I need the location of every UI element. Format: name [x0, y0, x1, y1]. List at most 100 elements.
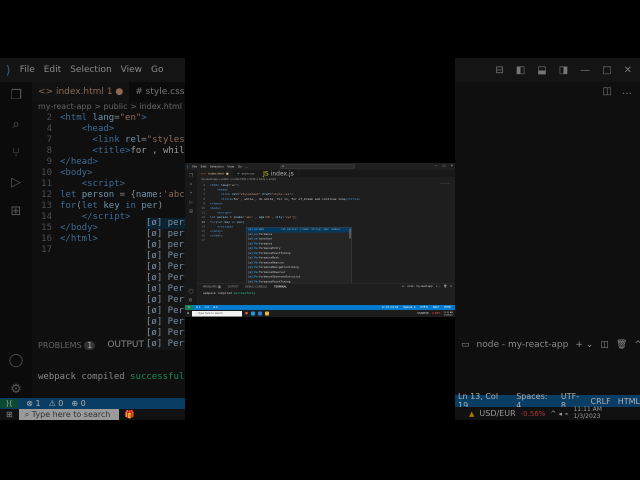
- extensions-icon[interactable]: ⊞: [11, 204, 22, 219]
- line-ending[interactable]: CRLF: [591, 397, 611, 406]
- menu-edit[interactable]: Edit: [201, 165, 207, 169]
- menu-file[interactable]: File: [192, 165, 197, 169]
- edge-icon[interactable]: [251, 311, 256, 316]
- warnings-count[interactable]: ⚠ 0: [204, 306, 209, 309]
- tab-terminal[interactable]: TERMINAL: [274, 286, 287, 289]
- split-terminal-icon[interactable]: ◫: [600, 340, 609, 350]
- clock-date[interactable]: 1/3/2023: [573, 413, 601, 421]
- maximize-panel-icon[interactable]: ^: [634, 340, 640, 350]
- tab-problems[interactable]: PROBLEMS 1: [203, 285, 222, 289]
- source-control-icon[interactable]: ⑂: [190, 191, 193, 196]
- source-control-icon[interactable]: ⑂: [12, 146, 20, 161]
- ticker-label[interactable]: USD/EUR: [417, 312, 428, 315]
- menu-go[interactable]: Go: [151, 65, 163, 75]
- tab-output[interactable]: OUTPUT: [107, 340, 144, 350]
- ticker-label[interactable]: USD/EUR: [479, 409, 515, 418]
- trash-icon[interactable]: 🗑: [616, 340, 627, 350]
- file-explorer-icon[interactable]: [265, 311, 270, 316]
- start-icon[interactable]: ⊞: [185, 312, 189, 315]
- run-debug-icon[interactable]: ▷: [189, 200, 192, 205]
- terminal-name[interactable]: node - my-react-app: [407, 285, 433, 288]
- suggestion-item[interactable]: [ø] PerformanceEntry: [146, 262, 185, 273]
- close-icon[interactable]: ✕: [450, 164, 453, 168]
- command-search-input[interactable]: p: [280, 164, 355, 169]
- code-line[interactable]: 10 <body>: [32, 168, 185, 179]
- trash-icon[interactable]: 🗑: [444, 285, 447, 288]
- tab-index-html[interactable]: <> index.html 1 ●: [32, 82, 130, 102]
- run-debug-icon[interactable]: ▷: [11, 175, 21, 190]
- tab-debug-console[interactable]: DEBUG CONSOLE: [245, 286, 267, 289]
- indentation[interactable]: Spaces: 4: [403, 306, 415, 309]
- tab-style-css[interactable]: # style.css: [233, 170, 260, 177]
- menu-selection[interactable]: Selection: [210, 165, 224, 169]
- code-line[interactable]: 8 <title>for , while , do while, for in,…: [32, 146, 185, 157]
- line-ending[interactable]: CRLF: [433, 306, 439, 309]
- menu-edit[interactable]: Edit: [44, 65, 61, 75]
- tab-problems[interactable]: PROBLEMS 1: [38, 340, 96, 350]
- suggestion-item[interactable]: [ø] PerformanceMeasure: [146, 295, 185, 306]
- minimap[interactable]: [440, 183, 450, 193]
- menu-view[interactable]: View: [121, 65, 142, 75]
- close-panel-icon[interactable]: ✕: [450, 285, 452, 288]
- encoding[interactable]: UTF-8: [420, 306, 427, 309]
- tab-style-css[interactable]: # style.css: [129, 87, 185, 97]
- errors-count[interactable]: ⊗ 1: [26, 399, 40, 408]
- explorer-icon[interactable]: ❐: [10, 88, 22, 103]
- code-line[interactable]: 11 <script>: [32, 179, 185, 190]
- taskbar-search[interactable]: ⌕ Type here to search: [192, 310, 243, 317]
- code-line[interactable]: 13 for(let key in per): [32, 201, 185, 212]
- tab-index-html[interactable]: <> index.html ●: [197, 170, 234, 177]
- errors-count[interactable]: ⊗ 1: [196, 306, 200, 309]
- suggestion-item[interactable]: [ø] PerformanceObserver: [146, 317, 185, 328]
- suggestion-item[interactable]: [ø] PerformancePaintTiming: [146, 339, 185, 350]
- clock-date[interactable]: 1/3/2023: [444, 314, 454, 317]
- gear-icon[interactable]: ⚙: [10, 382, 22, 397]
- maximize-icon[interactable]: □: [602, 65, 611, 76]
- search-icon[interactable]: ⌕: [12, 117, 19, 132]
- cursor-position[interactable]: Ln 13, Col 19: [382, 306, 398, 309]
- terminal-name[interactable]: node - my-react-app: [477, 340, 569, 350]
- code-line[interactable]: 7 <link rel="stylesheet" href="style.css…: [32, 135, 185, 146]
- new-terminal-icon[interactable]: + ⌄: [575, 340, 593, 350]
- suggestions-scrollbar[interactable]: [349, 228, 351, 239]
- suggestion-item[interactable]: [ø] personalbar: [146, 240, 185, 251]
- terminal-output[interactable]: webpack compiled successfully: [203, 292, 255, 296]
- code-line[interactable]: 2 <html lang="en">: [32, 113, 185, 124]
- language-mode[interactable]: HTML: [618, 397, 640, 406]
- tab-output[interactable]: OUTPUT: [228, 286, 238, 289]
- close-icon[interactable]: ✕: [624, 65, 632, 76]
- start-icon[interactable]: ⊞: [0, 410, 13, 419]
- menu-view[interactable]: View: [227, 165, 234, 169]
- breadcrumb[interactable]: my-react-app > public > index.html > htm…: [197, 177, 276, 182]
- more-actions-icon[interactable]: …: [622, 86, 632, 97]
- remote-icon[interactable]: ⟩⟨: [0, 399, 19, 408]
- suggestion-item[interactable]: [ø] performance: [146, 229, 185, 240]
- ports-count[interactable]: ⊕ 0: [71, 399, 85, 408]
- menu-go[interactable]: Go: [238, 165, 242, 169]
- toggle-secondary-sidebar-icon[interactable]: ◨: [559, 65, 568, 76]
- account-icon[interactable]: ◯: [188, 289, 193, 294]
- ports-count[interactable]: ⊕ 0: [213, 306, 217, 309]
- toggle-panel-icon[interactable]: ⬓: [537, 65, 546, 76]
- minimize-icon[interactable]: —: [580, 65, 590, 76]
- breadcrumb[interactable]: my-react-app > public > index.html > htm…: [38, 102, 185, 111]
- explorer-icon[interactable]: ❐: [189, 173, 193, 178]
- vscode-taskbar-icon[interactable]: [258, 311, 263, 316]
- suggestion-item[interactable]: [ø] Performance: [146, 251, 185, 262]
- new-terminal-icon[interactable]: + ⌄: [436, 285, 441, 288]
- split-editor-icon[interactable]: ◫: [603, 86, 612, 97]
- menu-more[interactable]: ...: [246, 165, 249, 169]
- maximize-icon[interactable]: □: [443, 164, 446, 168]
- layout-icon[interactable]: ⊟: [495, 65, 503, 76]
- search-icon[interactable]: ⌕: [190, 182, 193, 187]
- suggestion-item[interactable]: [ø] PerformanceMark: [146, 284, 185, 295]
- code-line[interactable]: 9 </head>: [32, 157, 185, 168]
- taskbar-search[interactable]: ⌕ Type here to search: [18, 409, 119, 420]
- account-icon[interactable]: ◯: [9, 353, 24, 368]
- tray-icons[interactable]: ^ ◂ ⌁: [550, 410, 568, 418]
- menu-selection[interactable]: Selection: [70, 65, 111, 75]
- language-mode[interactable]: HTML: [444, 306, 451, 309]
- terminal-output[interactable]: webpack compiled successfully: [38, 372, 185, 382]
- unsaved-dot-icon[interactable]: ●: [226, 172, 229, 176]
- warnings-count[interactable]: ⚠ 0: [49, 399, 64, 408]
